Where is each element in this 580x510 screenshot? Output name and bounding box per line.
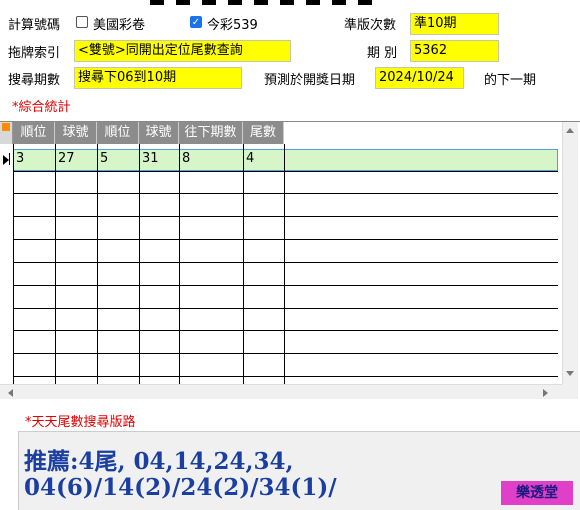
grid-hline [13,376,558,377]
cell-rank-2[interactable]: 5 [97,149,139,169]
route-label: *天天尾數搜尋版路 [25,415,136,430]
grid-hline [13,330,558,331]
issue-field[interactable]: 5362 [410,40,499,62]
daily539-label[interactable]: 今彩539 [207,14,258,33]
index-label: 拖牌索引 [8,46,61,61]
grid-hline [13,353,558,354]
grid-vline [243,144,244,384]
cell-rank-1[interactable]: 3 [13,149,55,169]
grid-hline [13,216,558,217]
grid-vline [284,144,285,384]
period-label: 準版次數 [344,18,397,33]
scroll-right-icon[interactable] [543,389,548,397]
recommend-line-1: 推薦:4尾, 04,14,24,34, [24,448,294,475]
daily539-checkbox[interactable]: ✓ [190,16,202,28]
grid-vline [55,144,56,384]
header-ball-2[interactable]: 球號 [139,122,179,144]
grid-hline [13,193,558,194]
horizontal-scrollbar[interactable] [0,384,562,399]
us-lottery-checkbox[interactable] [76,16,88,28]
grid-vline [179,144,180,384]
grid-hline [13,171,558,172]
us-lottery-label[interactable]: 美國彩卷 [93,14,145,33]
search-field[interactable]: 搜尋下06到10期 [74,67,242,89]
scroll-up-icon[interactable] [566,128,574,133]
calc-number-label: 計算號碼 [8,18,61,33]
grid-vline [139,144,140,384]
next-period-label: 的下一期 [484,73,537,88]
period-field[interactable]: 準10期 [410,13,499,35]
grid-hline [13,308,558,309]
recommend-panel: 推薦:4尾, 04,14,24,34, 04(6)/14(2)/24(2)/34… [18,431,580,510]
cell-tail[interactable]: 4 [243,149,284,169]
scroll-corner [562,384,578,399]
recommend-line-2: 04(6)/14(2)/24(2)/34(1)/ [24,474,337,501]
search-label: 搜尋期數 [8,73,61,88]
grid-hline [13,262,558,263]
header-ball-1[interactable]: 球號 [55,122,97,144]
grid-hline [13,285,558,286]
vertical-scrollbar[interactable] [562,122,578,384]
header-next-periods[interactable]: 往下期數 [179,122,243,144]
issue-label: 期 別 [367,46,398,61]
top-title-fragment [150,0,380,5]
cell-ball-2[interactable]: 31 [139,149,179,169]
scroll-down-icon[interactable] [566,371,574,376]
results-grid[interactable]: 順位 球號 順位 球號 往下期數 尾數 3 27 5 31 8 4 [0,121,580,399]
header-tail[interactable]: 尾數 [243,122,284,144]
grid-corner [0,122,13,144]
grid-vline [13,144,14,384]
cell-ball-1[interactable]: 27 [55,149,97,169]
brand-badge[interactable]: 樂透堂 [501,481,573,505]
stats-label: *綜合統計 [12,100,71,115]
index-field[interactable]: <雙號>同開出定位尾數查詢 [74,40,291,62]
predict-date-field[interactable]: 2024/10/24 [375,67,464,89]
header-rank-1[interactable]: 順位 [13,122,55,144]
grid-hline [13,239,558,240]
scroll-left-icon[interactable] [8,389,13,397]
cell-next-periods[interactable]: 8 [179,149,243,169]
predict-label: 預測於開獎日期 [264,73,356,88]
grid-vline [97,144,98,384]
row-indicator-bar [9,153,10,165]
header-rank-2[interactable]: 順位 [97,122,139,144]
